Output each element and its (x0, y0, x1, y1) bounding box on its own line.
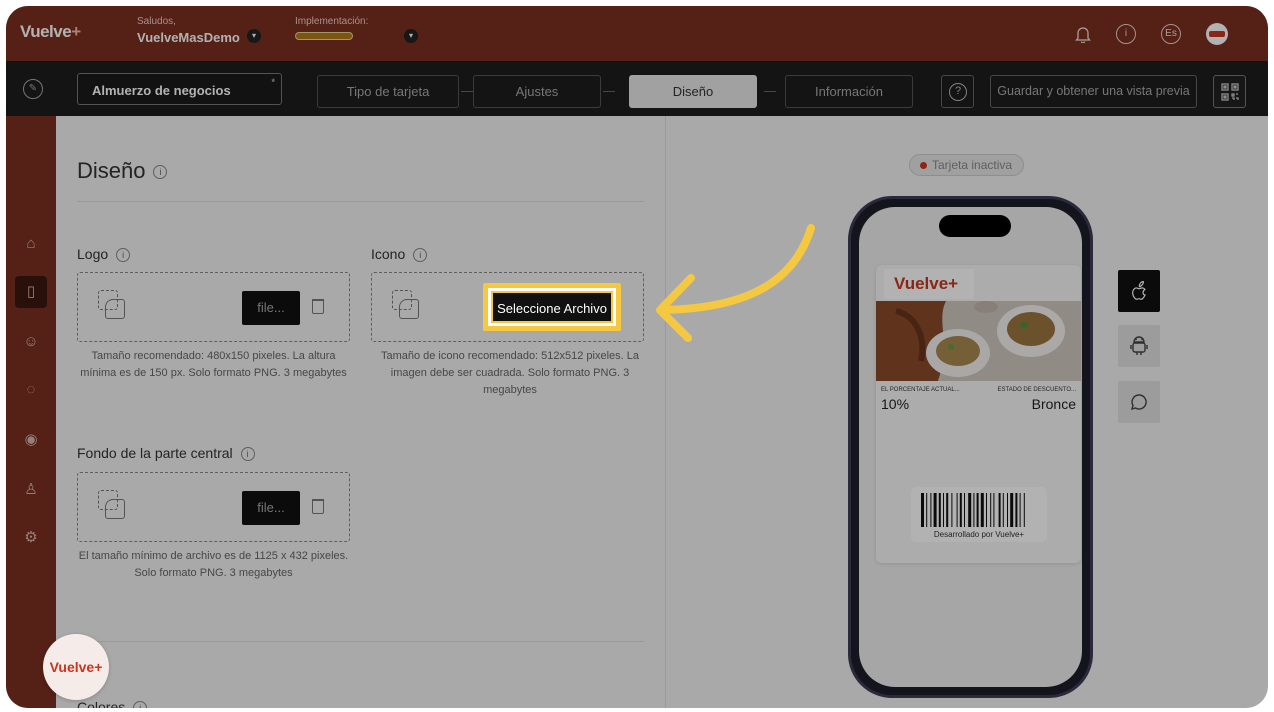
pass-strip-image (876, 301, 1081, 381)
wallet-pass: Vuelve+ EL PORCENTAJE ACTUAL... ESTADO D… (876, 265, 1081, 563)
phone-screen: Vuelve+ EL PORCENTAJE ACTUAL... ESTADO D… (859, 207, 1082, 687)
user-chevron-down-icon[interactable]: ▾ (247, 29, 261, 43)
brand-logo[interactable]: Vuelve+ (20, 22, 81, 42)
colors-label-text: Colores (77, 699, 126, 708)
tab-design[interactable]: Diseño (629, 75, 757, 108)
colors-label: Colores i (77, 699, 148, 708)
field2-label: ESTADO DE DESCUENTO... (997, 387, 1076, 393)
icon-label: Icono i (371, 246, 428, 263)
brand-name: Vuelve (20, 22, 72, 41)
android-preview-button[interactable] (1118, 325, 1160, 367)
background-label: Fondo de la parte central i (77, 445, 255, 462)
background-help-text: El tamaño mínimo de archivo es de 1125 x… (78, 550, 349, 579)
language-selector[interactable]: Es (1161, 24, 1181, 44)
logo-label: Logo i (77, 246, 131, 263)
users-icon[interactable]: ☺ (21, 332, 41, 352)
highlight-ring (483, 283, 621, 331)
trash-icon[interactable] (312, 299, 324, 314)
status-badge: Tarjeta inactiva (909, 154, 1025, 176)
card-name-value: Almuerzo de negocios (92, 83, 231, 98)
qr-code-icon (1221, 83, 1239, 101)
gear-icon[interactable]: ⚙ (21, 528, 41, 548)
sidebar: ⌂ ▯ ☺ ◌ ◉ ♙ ⚙ (6, 116, 56, 708)
image-placeholder-icon (98, 490, 126, 520)
image-placeholder-icon (98, 290, 126, 320)
apple-preview-button[interactable] (1118, 270, 1160, 312)
barcode-graphic (921, 493, 1025, 527)
edit-icon[interactable]: ✎ (23, 79, 43, 99)
help-button[interactable]: ? (941, 75, 974, 108)
app-window: Vuelve+ Saludos, VuelveMasDemo ▾ Impleme… (6, 6, 1268, 708)
divider (77, 201, 644, 202)
tab-separator (461, 91, 473, 92)
info-icon[interactable]: i (153, 165, 168, 180)
question-icon: ? (949, 83, 967, 101)
barcode-caption: Desarrollado por Vuelve+ (933, 530, 1025, 539)
tab-separator (603, 91, 615, 92)
top-actions: i Es (1075, 23, 1228, 45)
bell-icon[interactable] (1075, 25, 1091, 44)
phone-preview: Vuelve+ EL PORCENTAJE ACTUAL... ESTADO D… (848, 196, 1093, 698)
info-icon[interactable]: i (413, 248, 428, 263)
pass-logo: Vuelve+ (884, 269, 974, 299)
implementation-status: Implementación: (295, 16, 368, 40)
page-title-text: Diseño (77, 158, 146, 183)
preview-panel: Tarjeta inactiva Vuelve+ EL PORCENTAJE A… (666, 116, 1268, 708)
android-icon (1130, 336, 1148, 355)
barcode: Desarrollado por Vuelve+ (911, 487, 1047, 542)
top-bar: Vuelve+ Saludos, VuelveMasDemo ▾ Impleme… (6, 6, 1268, 61)
highlight-layer: Seleccione Archivo (371, 272, 644, 342)
apple-icon (1132, 280, 1146, 300)
implementation-label: Implementación: (295, 16, 369, 27)
brand-fab[interactable]: Vuelve+ (43, 634, 109, 700)
info-icon[interactable]: i (133, 701, 148, 708)
implementation-progress-bar (295, 32, 353, 40)
tab-separator (764, 91, 776, 92)
field1-value: 10% (881, 396, 910, 412)
logo-file-button[interactable]: file... (242, 291, 300, 325)
icon-help-text: Tamaño de icono recomendado: 512x512 pix… (380, 350, 640, 396)
field2-value: Bronce (1031, 396, 1076, 412)
chat-icon[interactable]: ◌ (21, 380, 41, 400)
qr-code-button[interactable] (1213, 75, 1246, 108)
background-label-text: Fondo de la parte central (77, 445, 233, 461)
user-name: VuelveMasDemo (137, 30, 240, 45)
implementation-chevron-down-icon[interactable]: ▾ (404, 29, 418, 43)
chat-preview-button[interactable] (1118, 381, 1160, 423)
profile-icon[interactable]: ♙ (21, 480, 41, 500)
greeting-label: Saludos, (137, 16, 176, 27)
icon-label-text: Icono (371, 246, 406, 262)
tab-card-type[interactable]: Tipo de tarjeta (317, 75, 459, 108)
trash-icon[interactable] (312, 499, 324, 514)
save-preview-button[interactable]: Guardar y obtener una vista previa (990, 75, 1197, 108)
info-icon[interactable]: i (116, 248, 131, 263)
avatar[interactable] (1206, 23, 1228, 45)
editor-nav: ✎ Almuerzo de negocios * Tipo de tarjeta… (6, 61, 1268, 116)
divider (77, 641, 644, 642)
card-name-input[interactable]: Almuerzo de negocios * (77, 73, 282, 105)
required-mark: * (271, 77, 275, 87)
message-icon (1130, 394, 1147, 411)
background-dropzone[interactable]: file... (77, 472, 350, 542)
tab-information[interactable]: Información (785, 75, 913, 108)
sidebar-item-cards[interactable]: ▯ (15, 276, 47, 308)
page-title: Diseño i (77, 158, 168, 184)
background-file-button[interactable]: file... (242, 491, 300, 525)
home-icon[interactable]: ⌂ (21, 234, 41, 254)
dynamic-island (939, 215, 1011, 237)
field1-label: EL PORCENTAJE ACTUAL... (881, 387, 960, 393)
greeting: Saludos, VuelveMasDemo (137, 16, 240, 45)
logo-help-text: Tamaño recomendado: 480x150 pixeles. La … (80, 350, 347, 379)
location-icon[interactable]: ◉ (21, 430, 41, 450)
info-icon[interactable]: i (240, 447, 255, 462)
tutorial-arrow-icon (656, 224, 815, 342)
logo-label-text: Logo (77, 246, 109, 262)
logo-dropzone[interactable]: file... (77, 272, 350, 342)
info-icon[interactable]: i (1116, 24, 1136, 44)
brand-plus: + (71, 22, 81, 41)
design-panel: Diseño i Logo i file... Tamaño recomendado… (56, 116, 666, 708)
tab-settings[interactable]: Ajustes (473, 75, 601, 108)
